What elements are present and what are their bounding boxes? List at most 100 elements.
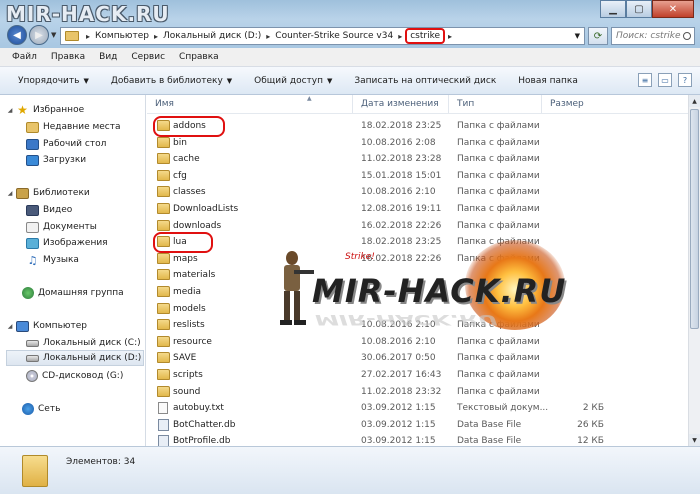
view-options-icon[interactable]: ≡: [638, 73, 652, 87]
table-row[interactable]: SAVE 30.06.2017 0:50 Папка с файлами: [147, 350, 688, 367]
file-type: Папка с файлами: [457, 370, 540, 380]
folder-icon: [157, 352, 170, 364]
expand-icon[interactable]: ◢: [6, 190, 14, 197]
table-row[interactable]: DownloadLists 12.08.2016 19:11 Папка с фай…: [147, 201, 688, 218]
nav-drive-c[interactable]: Локальный диск (C:): [26, 335, 141, 351]
scroll-up-icon[interactable]: ▲: [689, 95, 700, 107]
breadcrumb-css-folder[interactable]: Counter-Strike Source v34: [273, 28, 395, 44]
table-row[interactable]: cfg 15.01.2018 15:01 Папка с файлами: [147, 168, 688, 185]
file-date: 03.09.2012 1:15: [361, 403, 436, 414]
nav-music[interactable]: ♫ Музыка: [26, 252, 79, 268]
breadcrumb-drive-d[interactable]: Локальный диск (D:): [161, 28, 263, 44]
breadcrumb-computer[interactable]: Компьютер: [93, 28, 151, 44]
refresh-button[interactable]: ⟳: [588, 27, 608, 45]
music-icon: ♫: [27, 253, 38, 267]
vertical-scrollbar[interactable]: ▲ ▼: [688, 95, 700, 446]
nav-music-label: Музыка: [43, 255, 79, 265]
column-header-name[interactable]: Имя: [147, 95, 353, 113]
nav-homegroup[interactable]: Домашняя группа: [22, 285, 124, 301]
folder-icon: [157, 302, 170, 314]
minimize-button[interactable]: ▁: [600, 0, 626, 18]
table-row[interactable]: cache 11.02.2018 23:28 Папка с файлами: [147, 151, 688, 168]
explorer-window: MIR-HACK.RU ▁ ▢ ✕ ◀ ▶ ▼ ▸ Компьютер ▸ Ло…: [0, 0, 700, 494]
breadcrumb-cstrike[interactable]: cstrike: [405, 28, 446, 44]
menu-edit[interactable]: Правка: [51, 52, 85, 62]
highlight-lua: [153, 232, 213, 253]
documents-icon: [26, 221, 39, 233]
file-date: 11.02.2018 23:28: [361, 154, 442, 165]
nav-drive-c-label: Локальный диск (C:): [43, 338, 141, 348]
nav-favorites[interactable]: ◢ ★ Избранное: [6, 102, 84, 118]
file-type: Папка с файлами: [457, 386, 540, 397]
chevron-right-icon[interactable]: ▸: [151, 32, 161, 41]
chevron-right-icon[interactable]: ▸: [445, 32, 455, 41]
column-header-type[interactable]: Тип: [449, 95, 542, 113]
database-file-icon: [158, 418, 169, 431]
menu-file[interactable]: Файл: [12, 52, 37, 62]
new-folder-button[interactable]: Новая папка: [518, 76, 578, 86]
table-row[interactable]: autobuy.txt 03.09.2012 1:15 Текстовый доку…: [147, 400, 688, 417]
nav-images[interactable]: Изображения: [26, 235, 108, 251]
file-name: resource: [173, 336, 212, 347]
table-row[interactable]: classes 10.08.2016 2:10 Папка с файлами: [147, 184, 688, 201]
search-placeholder: Поиск: cstrike: [616, 31, 681, 41]
chevron-right-icon[interactable]: ▸: [263, 32, 273, 41]
table-row[interactable]: BotChatter.db 03.09.2012 1:15 Data Base Fi…: [147, 417, 688, 434]
nav-cd-drive[interactable]: CD-дисковод (G:): [26, 368, 123, 384]
menu-view[interactable]: Вид: [99, 52, 117, 62]
expand-icon[interactable]: ◢: [6, 107, 14, 114]
table-row[interactable]: downloads 16.02.2018 22:26 Папка с файлами: [147, 218, 688, 235]
nav-network[interactable]: Сеть: [22, 401, 60, 417]
watermark-tag: Strike!: [345, 252, 375, 262]
table-row[interactable]: addons 18.02.2018 23:25 Папка с файлами: [147, 118, 688, 135]
organize-button[interactable]: Упорядочить ▼: [18, 76, 89, 86]
chevron-right-icon[interactable]: ▸: [83, 32, 93, 41]
menu-tools[interactable]: Сервис: [131, 52, 165, 62]
burn-button[interactable]: Записать на оптический диск: [354, 76, 496, 86]
share-button[interactable]: Общий доступ ▼: [254, 76, 332, 86]
maximize-button[interactable]: ▢: [626, 0, 652, 18]
column-header-date[interactable]: Дата изменения: [353, 95, 449, 113]
forward-button[interactable]: ▶: [29, 25, 49, 45]
nav-libraries[interactable]: ◢ Библиотеки: [6, 185, 90, 201]
file-name: cfg: [173, 170, 187, 181]
table-row[interactable]: bin 10.08.2016 2:08 Папка с файлами: [147, 135, 688, 152]
close-button[interactable]: ✕: [652, 0, 694, 18]
window-controls: ▁ ▢ ✕: [600, 0, 694, 18]
site-watermark-top: MIR-HACK.RU: [6, 2, 170, 26]
nav-drive-d[interactable]: Локальный диск (D:): [6, 350, 144, 366]
history-dropdown-icon[interactable]: ▼: [51, 31, 56, 39]
scroll-down-icon[interactable]: ▼: [689, 434, 700, 446]
nav-documents[interactable]: Документы: [26, 219, 97, 235]
table-row[interactable]: scripts 27.02.2017 16:43 Папка с файлами: [147, 367, 688, 384]
nav-video[interactable]: Видео: [26, 202, 72, 218]
table-row[interactable]: resource 10.08.2016 2:10 Папка с файлами: [147, 334, 688, 351]
add-to-library-button[interactable]: Добавить в библиотеку ▼: [111, 76, 232, 86]
search-input[interactable]: Поиск: cstrike: [611, 27, 695, 45]
expand-icon[interactable]: ◢: [6, 323, 14, 330]
file-date: 12.08.2016 19:11: [361, 204, 442, 214]
table-row[interactable]: sound 11.02.2018 23:32 Папка с файлами: [147, 384, 688, 401]
help-icon[interactable]: ?: [678, 73, 692, 87]
menu-help[interactable]: Справка: [179, 52, 219, 62]
back-button[interactable]: ◀: [7, 25, 27, 45]
preview-pane-icon[interactable]: ▭: [658, 73, 672, 87]
file-date: 16.02.2018 22:26: [361, 220, 442, 231]
highlight-addons: [153, 116, 225, 137]
chevron-right-icon[interactable]: ▸: [395, 32, 405, 41]
file-type: Папка с файлами: [457, 170, 540, 181]
address-dropdown-icon[interactable]: ▼: [571, 32, 584, 40]
nav-downloads-label: Загрузки: [43, 155, 87, 165]
nav-recent-places[interactable]: Недавние места: [26, 119, 121, 135]
nav-computer-label: Компьютер: [33, 321, 87, 331]
nav-desktop[interactable]: Рабочий стол: [26, 136, 106, 152]
video-icon: [26, 204, 39, 216]
nav-computer[interactable]: ◢ Компьютер: [6, 318, 87, 334]
scroll-thumb[interactable]: [690, 109, 699, 329]
watermark-reflection: MIR-HACK.RU: [315, 311, 498, 329]
column-header-size[interactable]: Размер: [542, 95, 612, 113]
file-type: Папка с файлами: [457, 154, 540, 165]
file-size: 12 КБ: [577, 436, 604, 447]
address-bar[interactable]: ▸ Компьютер ▸ Локальный диск (D:) ▸ Coun…: [60, 27, 585, 45]
nav-downloads[interactable]: Загрузки: [26, 152, 86, 168]
